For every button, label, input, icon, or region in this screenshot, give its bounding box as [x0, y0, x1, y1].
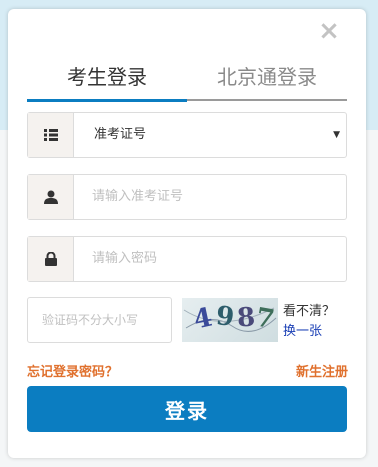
captcha-input[interactable]	[27, 297, 172, 343]
id-type-select[interactable]: 准考证号 ▼	[27, 112, 347, 158]
password-field	[27, 236, 347, 282]
tab-student-login[interactable]: 考生登录	[27, 58, 187, 102]
password-input[interactable]	[92, 237, 332, 281]
captcha-refresh-link[interactable]: 换一张	[283, 320, 322, 339]
captcha-char: 9	[214, 301, 236, 333]
login-tabs: 考生登录 北京通登录	[27, 58, 347, 102]
login-button[interactable]: 登录	[27, 386, 347, 432]
list-icon	[28, 113, 74, 157]
id-number-field	[27, 174, 347, 220]
lock-icon	[28, 237, 74, 281]
captcha-image[interactable]: 4 9 8 7	[182, 298, 278, 342]
register-link[interactable]: 新生注册	[296, 361, 348, 380]
chevron-down-icon: ▼	[333, 130, 340, 140]
user-icon	[28, 175, 74, 219]
id-number-input[interactable]	[92, 175, 332, 219]
forgot-password-link[interactable]: 忘记登录密码？	[27, 361, 118, 380]
close-icon[interactable]: ×	[318, 18, 340, 44]
tab-beijingtong-login[interactable]: 北京通登录	[187, 58, 347, 101]
captcha-unclear-label: 看不清？	[283, 304, 336, 319]
id-type-selected: 准考证号	[94, 127, 147, 142]
